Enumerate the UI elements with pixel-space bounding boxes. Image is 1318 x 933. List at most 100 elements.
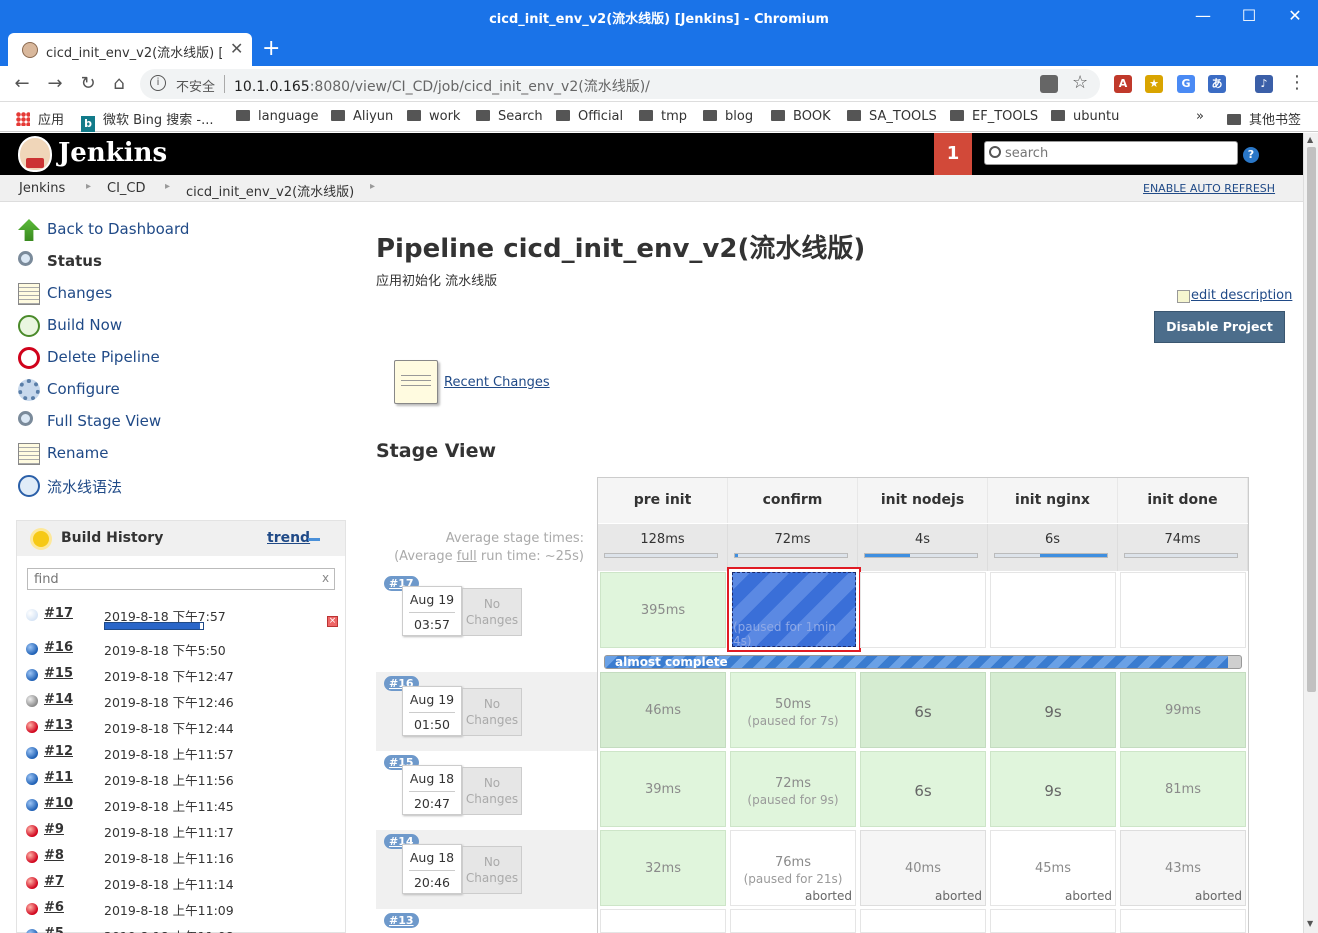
bookmark-folder[interactable]: work (407, 109, 460, 124)
home-button[interactable]: ⌂ (107, 72, 131, 96)
build-number-link[interactable]: #8 (44, 848, 64, 863)
build-date-link[interactable]: 2019-8-18 下午12:46 (104, 692, 234, 711)
build-number-link[interactable]: #10 (44, 796, 73, 811)
avg-full-link[interactable]: full (457, 549, 477, 564)
build-number-link[interactable]: #6 (44, 900, 64, 915)
bookmark-star-icon[interactable]: ☆ (1072, 72, 1088, 93)
stage-cell[interactable] (860, 909, 986, 933)
build-date-link[interactable]: 2019-8-18 上午11:56 (104, 770, 234, 789)
jenkins-title[interactable]: Jenkins (58, 138, 167, 168)
breadcrumb-jenkins[interactable]: Jenkins (19, 181, 65, 196)
build-number-link[interactable]: #17 (44, 606, 73, 621)
disable-project-button[interactable]: Disable Project (1154, 311, 1285, 343)
a-icon[interactable]: A (1114, 75, 1132, 93)
stage-cell[interactable]: 6s (860, 672, 986, 748)
stage-cell[interactable]: 39ms (600, 751, 726, 827)
recent-changes-notepad-icon[interactable] (394, 360, 438, 404)
stage-cell[interactable] (1120, 572, 1246, 648)
stage-cell[interactable]: 45ms aborted (990, 830, 1116, 906)
build-date-link[interactable]: 2019-8-18 上午11:14 (104, 874, 234, 893)
build-number-link[interactable]: #11 (44, 770, 73, 785)
build-number-link[interactable]: #15 (44, 666, 73, 681)
bookmark-folder[interactable]: tmp (639, 109, 687, 124)
search-box[interactable] (984, 141, 1238, 165)
stage-cell[interactable] (1120, 909, 1246, 933)
browser-menu-icon[interactable]: ⋮ (1288, 72, 1306, 93)
stage-cell[interactable]: 40ms aborted (860, 830, 986, 906)
build-number-link[interactable]: #12 (44, 744, 73, 759)
new-tab-button[interactable]: + (262, 36, 280, 61)
search-input[interactable] (1005, 144, 1225, 162)
translate-icon[interactable] (1040, 75, 1058, 93)
no-changes-box[interactable]: No Changes (462, 588, 522, 636)
a-translate-icon[interactable]: あ (1208, 75, 1226, 93)
maximize-button[interactable]: ☐ (1234, 4, 1264, 28)
google-translate-icon[interactable]: G (1177, 75, 1195, 93)
task-label[interactable]: 流水线语法 (47, 476, 122, 497)
build-status-ball-icon[interactable] (26, 851, 38, 863)
build-date-link[interactable]: 2019-8-18 下午5:50 (104, 640, 226, 659)
build-progress-bar[interactable] (104, 622, 204, 630)
page-scrollbar[interactable]: ▲ ▼ (1303, 133, 1318, 933)
bookmark-folder[interactable]: Search (476, 109, 543, 124)
stage-cell[interactable] (990, 909, 1116, 933)
no-changes-box[interactable]: No Changes (462, 767, 522, 815)
bookmark-apps[interactable]: 应用 (16, 109, 64, 128)
bookmarks-more-icon[interactable]: » (1196, 109, 1204, 124)
stage-cell[interactable]: 76ms (paused for 21s) aborted (730, 830, 856, 906)
bookmark-folder[interactable]: SA_TOOLS (847, 109, 937, 124)
stage-cell[interactable]: 50ms (paused for 7s) (730, 672, 856, 748)
stage-cell[interactable]: 32ms (600, 830, 726, 906)
bookmark-other[interactable]: 其他书签 (1227, 109, 1301, 128)
minimize-button[interactable]: — (1188, 4, 1218, 28)
task-label[interactable]: Status (47, 252, 102, 270)
build-status-ball-icon[interactable] (26, 773, 38, 785)
stage-cell[interactable]: 46ms (600, 672, 726, 748)
build-date-link[interactable]: 2019-8-18 上午11:17 (104, 822, 234, 841)
bookmark-folder[interactable]: Official (556, 109, 623, 124)
browser-tab[interactable]: cicd_init_env_v2(流水线版) [Je ✕ (8, 33, 252, 66)
scrollbar-thumb[interactable] (1307, 147, 1316, 692)
build-date-link[interactable]: 2019-8-18 上午11:57 (104, 744, 234, 763)
stage-cell[interactable]: 72ms (paused for 9s) (730, 751, 856, 827)
stage-cell[interactable]: 99ms (1120, 672, 1246, 748)
notification-badge[interactable]: 1 (934, 133, 972, 175)
stage-cell[interactable]: 9s (990, 751, 1116, 827)
stop-build-icon[interactable]: × (327, 616, 338, 627)
build-status-ball-icon[interactable] (26, 877, 38, 889)
edit-notepad-icon[interactable] (1177, 290, 1190, 303)
jenkins-logo-icon[interactable] (18, 136, 52, 172)
bookmark-folder[interactable]: EF_TOOLS (950, 109, 1038, 124)
build-status-ball-icon[interactable] (26, 643, 38, 655)
build-status-ball-icon[interactable] (26, 669, 38, 681)
stage-cell[interactable]: 81ms (1120, 751, 1246, 827)
find-clear-icon[interactable]: x (322, 571, 329, 585)
build-status-ball-icon[interactable] (26, 903, 38, 915)
enable-auto-refresh-link[interactable]: ENABLE AUTO REFRESH (1143, 182, 1275, 195)
help-icon[interactable]: ? (1243, 147, 1259, 163)
url-text[interactable]: 10.1.0.165:8080/view/CI_CD/job/cicd_init… (234, 76, 650, 96)
breadcrumb-chevron-icon[interactable]: ▸ (370, 181, 375, 192)
build-date-link[interactable]: 2019-8-18 上午11:08 (104, 926, 234, 933)
stage-cell[interactable]: 43ms aborted (1120, 830, 1246, 906)
stage-cell[interactable] (730, 909, 856, 933)
star-ext-icon[interactable]: ★ (1145, 75, 1163, 93)
no-changes-box[interactable]: No Changes (462, 846, 522, 894)
recent-changes-link[interactable]: Recent Changes (444, 375, 550, 390)
bookmark-folder[interactable]: Aliyun (331, 109, 393, 124)
build-number-link[interactable]: #14 (44, 692, 73, 707)
build-status-ball-icon[interactable] (26, 721, 38, 733)
task-label[interactable]: Rename (47, 444, 109, 462)
build-status-ball-icon[interactable] (26, 825, 38, 837)
trend-icon[interactable] (308, 538, 320, 541)
music-icon[interactable]: ♪ (1255, 75, 1273, 93)
task-label[interactable]: Configure (47, 380, 120, 398)
task-label[interactable]: Changes (47, 284, 112, 302)
build-status-ball-icon[interactable] (26, 799, 38, 811)
stage-cell[interactable]: 9s (990, 672, 1116, 748)
build-number-link[interactable]: #9 (44, 822, 64, 837)
running-stage-cell-highlighted[interactable]: (paused for 1min 4s) (727, 567, 861, 652)
run-number-badge[interactable]: #13 (384, 913, 419, 928)
build-number-link[interactable]: #5 (44, 926, 64, 933)
no-changes-box[interactable]: No Changes (462, 688, 522, 736)
